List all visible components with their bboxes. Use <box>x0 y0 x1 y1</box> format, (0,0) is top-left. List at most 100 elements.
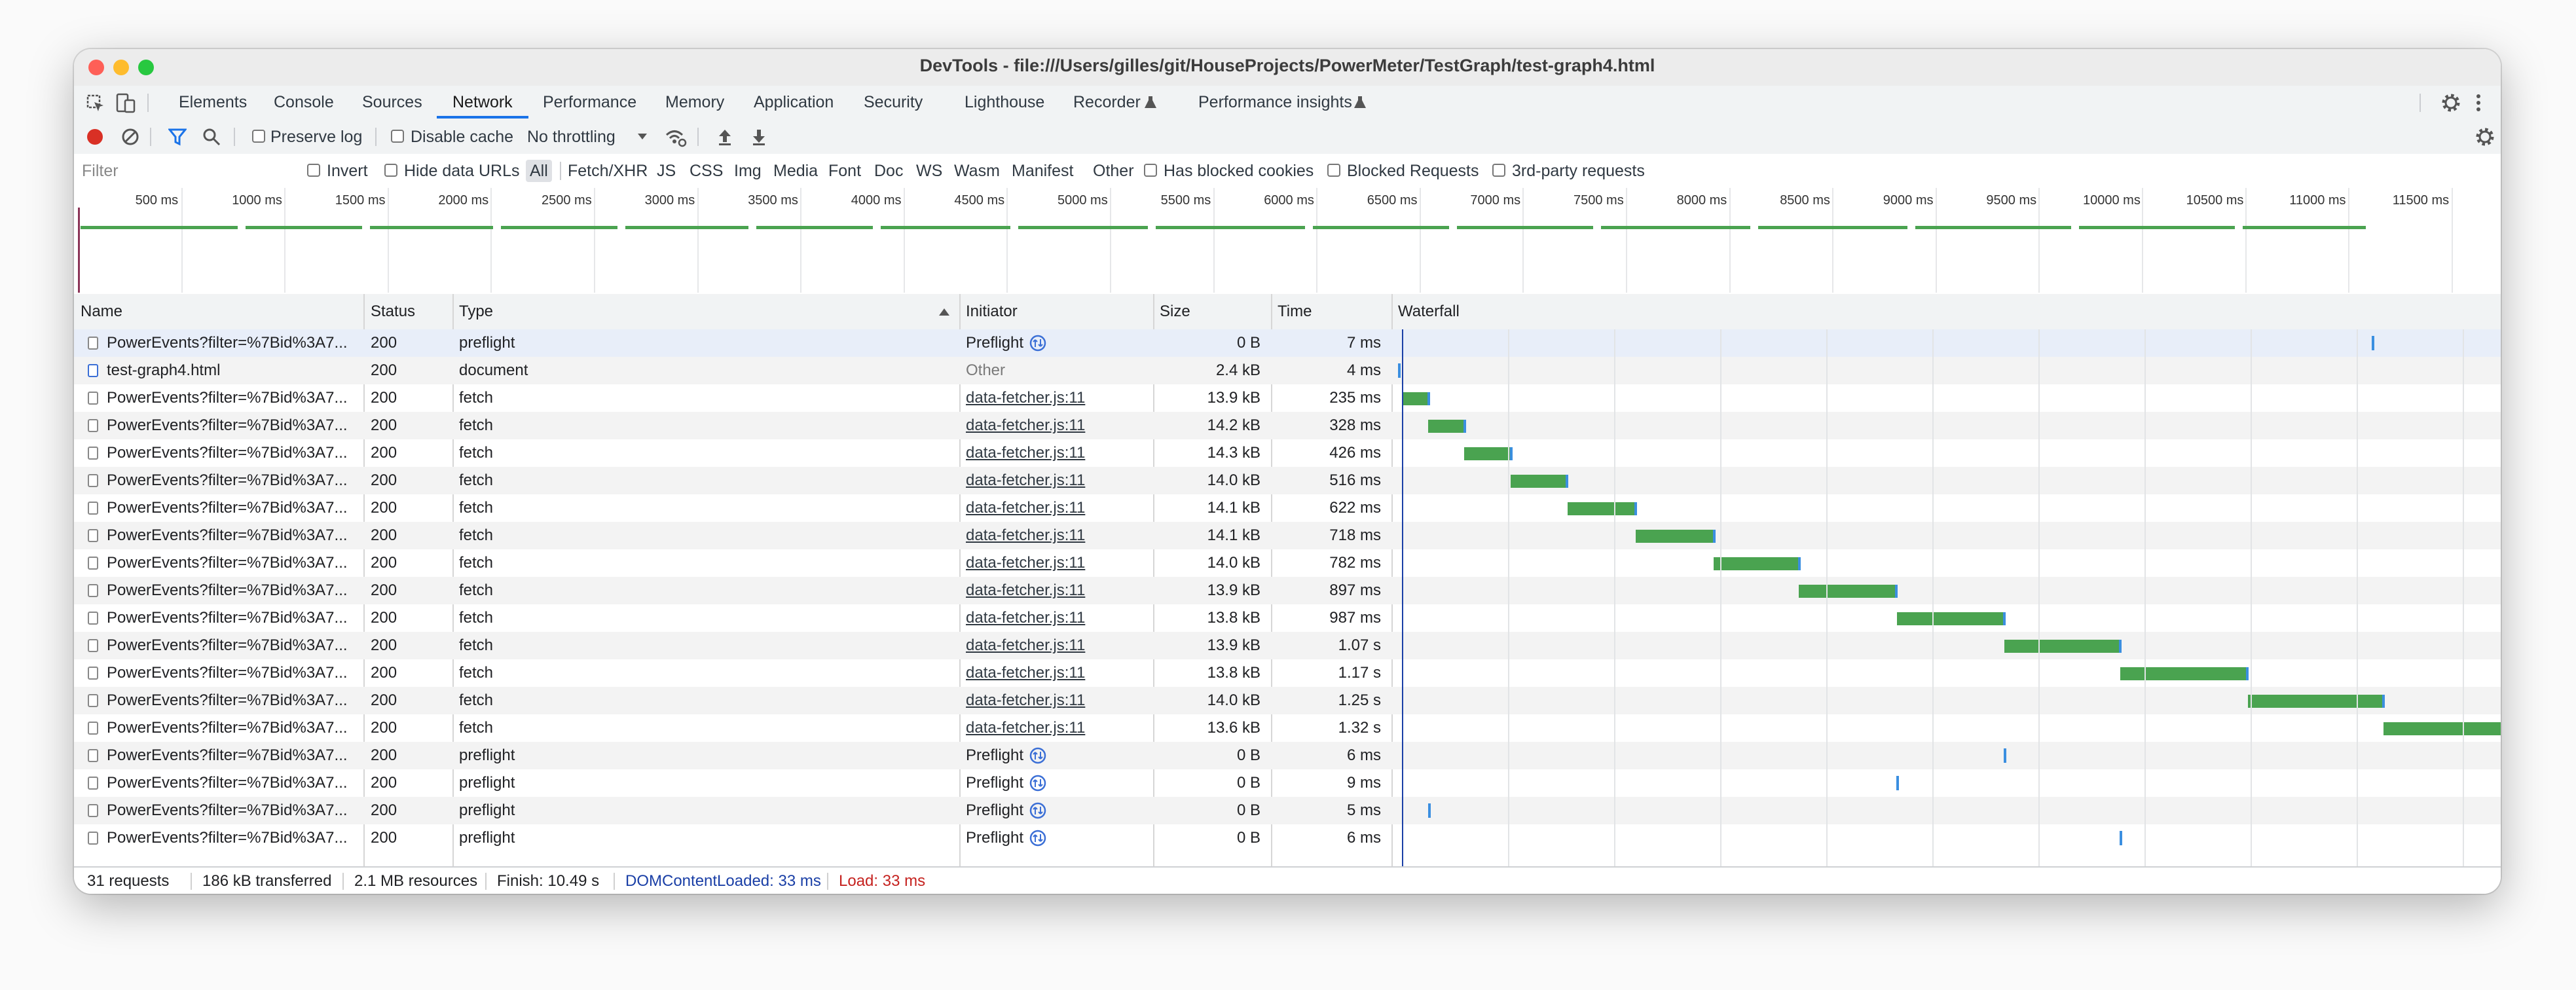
table-row[interactable]: PowerEvents?filter=%7Bid%3A7... 200 prefli… <box>74 329 2501 357</box>
request-name[interactable]: PowerEvents?filter=%7Bid%3A7... <box>107 659 356 687</box>
record-icon[interactable] <box>86 128 104 146</box>
type-filter-other[interactable]: Other <box>1093 154 1134 188</box>
import-har-icon[interactable] <box>717 128 733 146</box>
has-blocked-cookies-checkbox[interactable] <box>1144 164 1157 177</box>
waterfall-bar[interactable] <box>1510 475 1569 488</box>
table-row[interactable]: PowerEvents?filter=%7Bid%3A7... 200 prefli… <box>74 769 2501 797</box>
request-initiator[interactable]: data-fetcher.js:11 <box>966 714 1097 742</box>
preflight-link-icon[interactable] <box>1029 829 1047 847</box>
column-header-initiator[interactable]: Initiator <box>966 294 1018 329</box>
type-filter-img[interactable]: Img <box>734 154 762 188</box>
column-header-status[interactable]: Status <box>371 294 415 329</box>
request-initiator[interactable]: data-fetcher.js:11 <box>966 632 1097 659</box>
table-row[interactable]: PowerEvents?filter=%7Bid%3A7... 200 fetch d… <box>74 604 2501 632</box>
tab-console[interactable]: Console <box>274 86 334 119</box>
type-filter-wasm[interactable]: Wasm <box>954 154 1000 188</box>
filter-input[interactable]: Filter <box>82 154 291 188</box>
inspect-element-icon[interactable] <box>86 94 105 113</box>
invert-checkbox[interactable] <box>307 164 320 177</box>
waterfall-bar[interactable] <box>2247 695 2385 708</box>
type-filter-manifest[interactable]: Manifest <box>1012 154 1073 188</box>
request-name[interactable]: PowerEvents?filter=%7Bid%3A7... <box>107 439 356 467</box>
network-settings-icon[interactable] <box>2475 126 2495 147</box>
waterfall-bar[interactable] <box>2120 831 2123 845</box>
waterfall-bar[interactable] <box>2004 640 2122 653</box>
tab-memory[interactable]: Memory <box>665 86 724 119</box>
tab-application[interactable]: Application <box>754 86 834 119</box>
request-name[interactable]: PowerEvents?filter=%7Bid%3A7... <box>107 522 356 549</box>
waterfall-bar[interactable] <box>2120 667 2249 680</box>
timeline-overview[interactable]: 500 ms 1000 ms 1500 ms 2000 ms 2500 ms 3000 m… <box>74 188 2501 295</box>
table-row[interactable]: PowerEvents?filter=%7Bid%3A7... 200 fetch d… <box>74 549 2501 577</box>
type-filter-css[interactable]: CSS <box>690 154 723 188</box>
type-filter-js[interactable]: JS <box>657 154 676 188</box>
request-initiator[interactable]: data-fetcher.js:11 <box>966 439 1097 467</box>
waterfall-bar[interactable] <box>2003 748 2006 763</box>
tab-sources[interactable]: Sources <box>362 86 422 119</box>
column-header-name[interactable]: Name <box>81 294 122 329</box>
preflight-link-icon[interactable] <box>1029 801 1047 820</box>
filter-icon[interactable] <box>168 128 187 146</box>
request-initiator[interactable]: data-fetcher.js:11 <box>966 494 1097 522</box>
request-name[interactable]: PowerEvents?filter=%7Bid%3A7... <box>107 549 356 577</box>
column-header-type[interactable]: Type <box>459 294 493 329</box>
request-initiator[interactable]: data-fetcher.js:11 <box>966 604 1097 632</box>
waterfall-bar[interactable] <box>1897 612 2006 625</box>
request-name[interactable]: PowerEvents?filter=%7Bid%3A7... <box>107 329 356 357</box>
gear-icon[interactable] <box>2440 92 2461 113</box>
third-party-requests-checkbox[interactable] <box>1492 164 1505 177</box>
waterfall-bar[interactable] <box>1896 776 1899 790</box>
preflight-link-icon[interactable] <box>1029 334 1047 352</box>
waterfall-bar[interactable] <box>1427 803 1431 818</box>
table-row[interactable]: PowerEvents?filter=%7Bid%3A7... 200 prefli… <box>74 742 2501 769</box>
table-row[interactable]: PowerEvents?filter=%7Bid%3A7... 200 fetch d… <box>74 659 2501 687</box>
waterfall-bar[interactable] <box>1398 363 1401 378</box>
waterfall-bar[interactable] <box>1427 420 1466 433</box>
type-filter-ws[interactable]: WS <box>916 154 942 188</box>
table-row[interactable]: PowerEvents?filter=%7Bid%3A7... 200 fetch d… <box>74 467 2501 494</box>
device-toolbar-icon[interactable] <box>116 92 138 113</box>
request-initiator[interactable]: data-fetcher.js:11 <box>966 412 1097 439</box>
request-name[interactable]: PowerEvents?filter=%7Bid%3A7... <box>107 467 356 494</box>
tab-security[interactable]: Security <box>864 86 923 119</box>
waterfall-bar[interactable] <box>1567 502 1637 515</box>
table-row[interactable]: PowerEvents?filter=%7Bid%3A7... 200 prefli… <box>74 797 2501 824</box>
column-header-size[interactable]: Size <box>1160 294 1190 329</box>
preflight-link-icon[interactable] <box>1029 746 1047 765</box>
request-name[interactable]: PowerEvents?filter=%7Bid%3A7... <box>107 797 356 824</box>
request-name[interactable]: PowerEvents?filter=%7Bid%3A7... <box>107 412 356 439</box>
request-initiator[interactable]: data-fetcher.js:11 <box>966 687 1097 714</box>
type-filter-fetch-xhr[interactable]: Fetch/XHR <box>568 154 648 188</box>
clear-icon[interactable] <box>121 128 139 146</box>
tab-network[interactable]: Network <box>437 86 528 119</box>
table-row[interactable]: PowerEvents?filter=%7Bid%3A7... 200 fetch d… <box>74 439 2501 467</box>
table-row[interactable]: PowerEvents?filter=%7Bid%3A7... 200 fetch d… <box>74 494 2501 522</box>
waterfall-bar[interactable] <box>2371 336 2374 350</box>
export-har-icon[interactable] <box>751 128 767 146</box>
tab-performance-insights[interactable]: Performance insights <box>1198 86 1352 119</box>
request-initiator[interactable]: data-fetcher.js:11 <box>966 384 1097 412</box>
request-name[interactable]: PowerEvents?filter=%7Bid%3A7... <box>107 604 356 632</box>
type-filter-all[interactable]: All <box>526 160 552 182</box>
preserve-log-checkbox[interactable] <box>252 130 265 143</box>
table-row[interactable]: PowerEvents?filter=%7Bid%3A7... 200 fetch d… <box>74 412 2501 439</box>
table-row[interactable]: PowerEvents?filter=%7Bid%3A7... 200 fetch d… <box>74 384 2501 412</box>
request-name[interactable]: PowerEvents?filter=%7Bid%3A7... <box>107 714 356 742</box>
request-name[interactable]: PowerEvents?filter=%7Bid%3A7... <box>107 742 356 769</box>
tab-performance[interactable]: Performance <box>543 86 636 119</box>
request-name[interactable]: PowerEvents?filter=%7Bid%3A7... <box>107 494 356 522</box>
disable-cache-checkbox[interactable] <box>391 130 404 143</box>
preflight-link-icon[interactable] <box>1029 774 1047 792</box>
blocked-requests-checkbox[interactable] <box>1327 164 1340 177</box>
request-name[interactable]: PowerEvents?filter=%7Bid%3A7... <box>107 687 356 714</box>
tab-elements[interactable]: Elements <box>179 86 247 119</box>
column-header-time[interactable]: Time <box>1278 294 1312 329</box>
waterfall-bar[interactable] <box>1464 447 1513 460</box>
request-name[interactable]: test-graph4.html <box>107 357 356 384</box>
type-filter-font[interactable]: Font <box>828 154 861 188</box>
waterfall-bar[interactable] <box>1402 392 1431 405</box>
hide-data-urls-checkbox[interactable] <box>384 164 397 177</box>
more-options-icon[interactable] <box>2473 92 2484 113</box>
table-row[interactable]: PowerEvents?filter=%7Bid%3A7... 200 fetch d… <box>74 522 2501 549</box>
request-name[interactable]: PowerEvents?filter=%7Bid%3A7... <box>107 384 356 412</box>
